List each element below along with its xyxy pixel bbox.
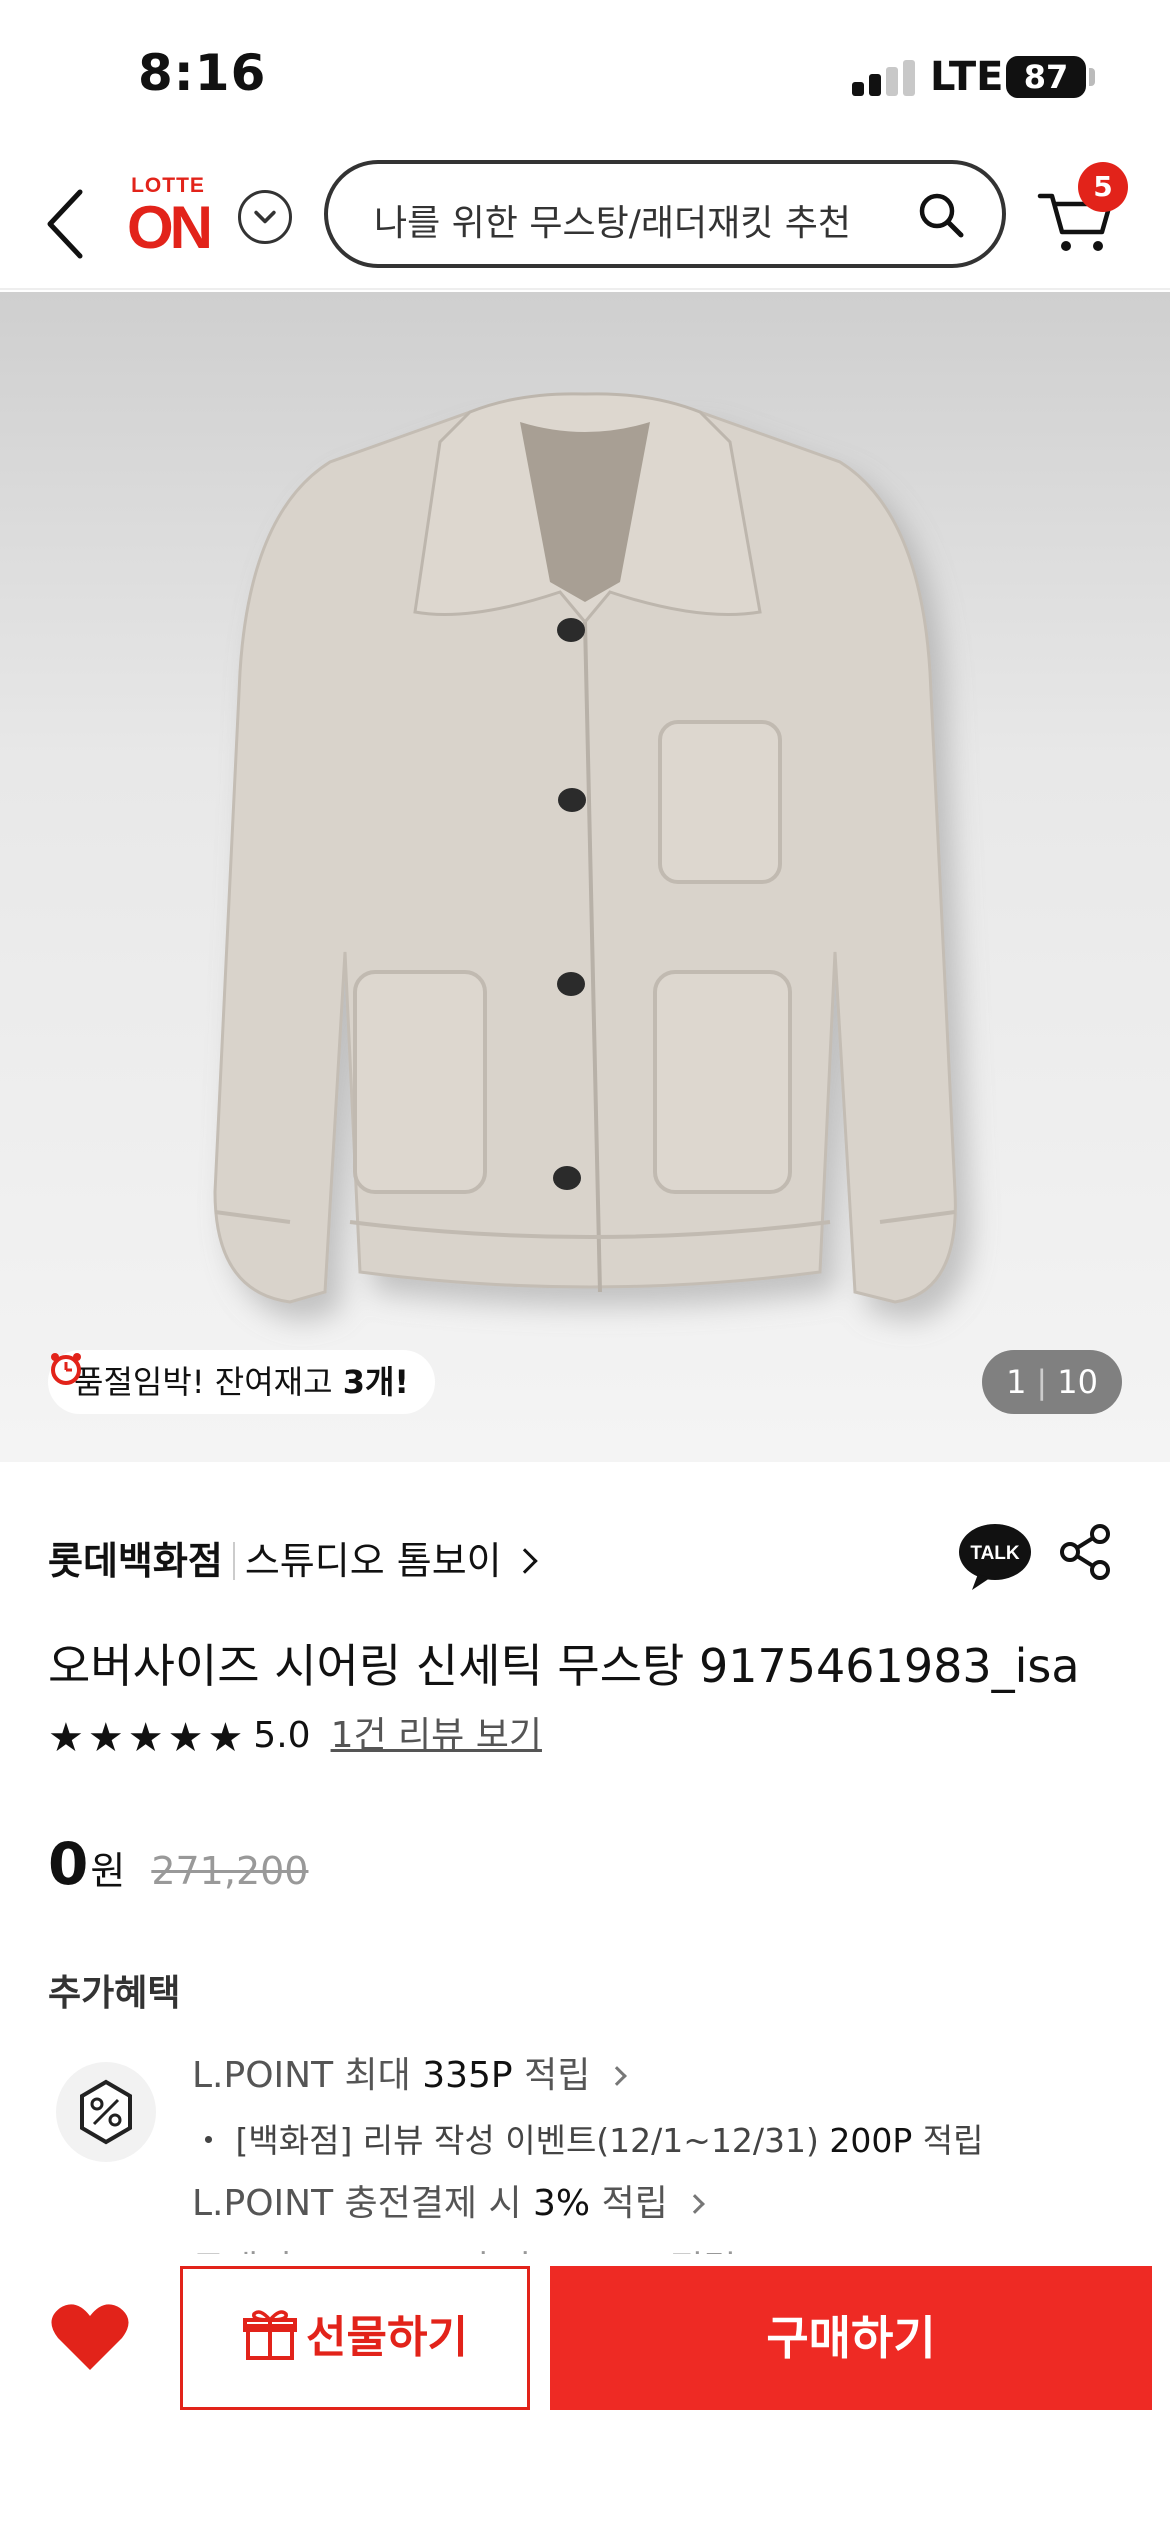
star-rating-icon: ★★★★★ bbox=[48, 1715, 248, 1761]
search-placeholder: 나를 위한 무스탕/래더재킷 추천 bbox=[374, 203, 852, 244]
signal-icon bbox=[852, 60, 916, 96]
brand-row: 롯데백화점 스튜디오 톰보이 TALK bbox=[48, 1524, 1128, 1590]
stock-warning-badge: 품절임박! 잔여재고 3개! bbox=[48, 1350, 436, 1414]
price-row: 0원 271,200 bbox=[48, 1830, 308, 1898]
benefit3-suffix: 적립 bbox=[590, 2183, 668, 2224]
image-pager: 1 | 10 bbox=[982, 1350, 1122, 1414]
pager-total: 10 bbox=[1057, 1363, 1098, 1401]
talk-label: TALK bbox=[970, 1543, 1020, 1564]
gift-button[interactable]: 선물하기 bbox=[180, 2266, 530, 2410]
price-unit: 원 bbox=[90, 1849, 126, 1893]
benefit3-value: 3% bbox=[533, 2183, 591, 2224]
status-time: 8:16 bbox=[138, 44, 267, 102]
battery-cap bbox=[1089, 68, 1095, 86]
gift-icon bbox=[243, 2310, 298, 2360]
stock-notice-text: 품절임박! 잔여재고 bbox=[74, 1363, 343, 1401]
top-header: LOTTE ON 나를 위한 무스탕/래더재킷 추천 5 bbox=[0, 150, 1170, 290]
benefit1-value: 335P bbox=[422, 2055, 513, 2096]
benefit-lpoint-max[interactable]: L.POINT 최대 335P 적립 bbox=[192, 2046, 628, 2098]
buy-button[interactable]: 구매하기 bbox=[550, 2266, 1152, 2410]
product-image-gallery[interactable]: 품절임박! 잔여재고 3개! 1 | 10 bbox=[0, 292, 1170, 1462]
benefit2-prefix: ・ [백화점] 리뷰 작성 이벤트(12/1~12/31) bbox=[192, 2121, 830, 2160]
rating-row: ★★★★★ 5.0 1건 리뷰 보기 bbox=[48, 1706, 542, 1761]
search-input[interactable]: 나를 위한 무스탕/래더재킷 추천 bbox=[324, 160, 1006, 268]
share-icon[interactable] bbox=[1056, 1522, 1116, 1582]
pager-current: 1 bbox=[1006, 1363, 1027, 1401]
heart-icon[interactable] bbox=[50, 2300, 130, 2372]
benefit1-suffix: 적립 bbox=[512, 2055, 591, 2096]
benefits-title: 추가혜택 bbox=[48, 1973, 181, 2014]
dropdown-chevron-icon[interactable] bbox=[238, 190, 292, 244]
sale-price: 0 bbox=[48, 1830, 89, 1898]
chevron-right-icon bbox=[684, 2194, 705, 2214]
benefit-partial-line: 구매 후 L.POINT 추가 0.15% 적립 bbox=[192, 2240, 737, 2254]
benefit3-prefix: L.POINT 충전결제 시 bbox=[192, 2183, 534, 2224]
alarm-clock-icon bbox=[51, 1353, 81, 1385]
original-price: 271,200 bbox=[151, 1849, 309, 1893]
chevron-right-icon bbox=[607, 2066, 628, 2086]
benefit2-value: 200P bbox=[829, 2121, 913, 2160]
lotte-on-logo[interactable]: LOTTE ON bbox=[118, 174, 218, 274]
brand-divider bbox=[232, 1542, 235, 1580]
brand-name[interactable]: 롯데백화점 bbox=[48, 1539, 223, 1583]
benefit-review-event: ・ [백화점] 리뷰 작성 이벤트(12/1~12/31) 200P 적립 bbox=[192, 2114, 984, 2162]
battery-icon: 87 bbox=[1006, 56, 1086, 98]
search-icon[interactable] bbox=[916, 190, 966, 240]
kakao-talk-icon[interactable]: TALK bbox=[956, 1522, 1034, 1592]
review-link[interactable]: 1건 리뷰 보기 bbox=[331, 1715, 542, 1756]
network-label: LTE bbox=[930, 54, 1004, 100]
sub-brand-link[interactable]: 스튜디오 톰보이 bbox=[245, 1539, 502, 1583]
pager-separator: | bbox=[1036, 1363, 1048, 1401]
product-image bbox=[213, 392, 957, 1304]
chevron-right-icon[interactable] bbox=[511, 1548, 538, 1574]
status-bar: 8:16 LTE 87 bbox=[0, 0, 1170, 150]
stock-count: 3개! bbox=[342, 1363, 410, 1401]
benefit1-prefix: L.POINT 최대 bbox=[192, 2055, 423, 2096]
cart-count-badge: 5 bbox=[1078, 162, 1128, 212]
gift-button-label: 선물하기 bbox=[306, 2312, 468, 2363]
bottom-action-bar: 선물하기 구매하기 bbox=[0, 2256, 1170, 2532]
logo-big-text: ON bbox=[127, 194, 213, 261]
rating-score: 5.0 bbox=[253, 1715, 311, 1756]
percent-badge-icon bbox=[56, 2062, 156, 2162]
benefit2-suffix: 적립 bbox=[912, 2121, 984, 2160]
back-chevron-icon[interactable] bbox=[42, 184, 92, 264]
benefit-lpoint-charge[interactable]: L.POINT 충전결제 시 3% 적립 bbox=[192, 2174, 705, 2226]
product-title: 오버사이즈 시어링 신세틱 무스탕 9175461983_isa bbox=[48, 1639, 1080, 1693]
